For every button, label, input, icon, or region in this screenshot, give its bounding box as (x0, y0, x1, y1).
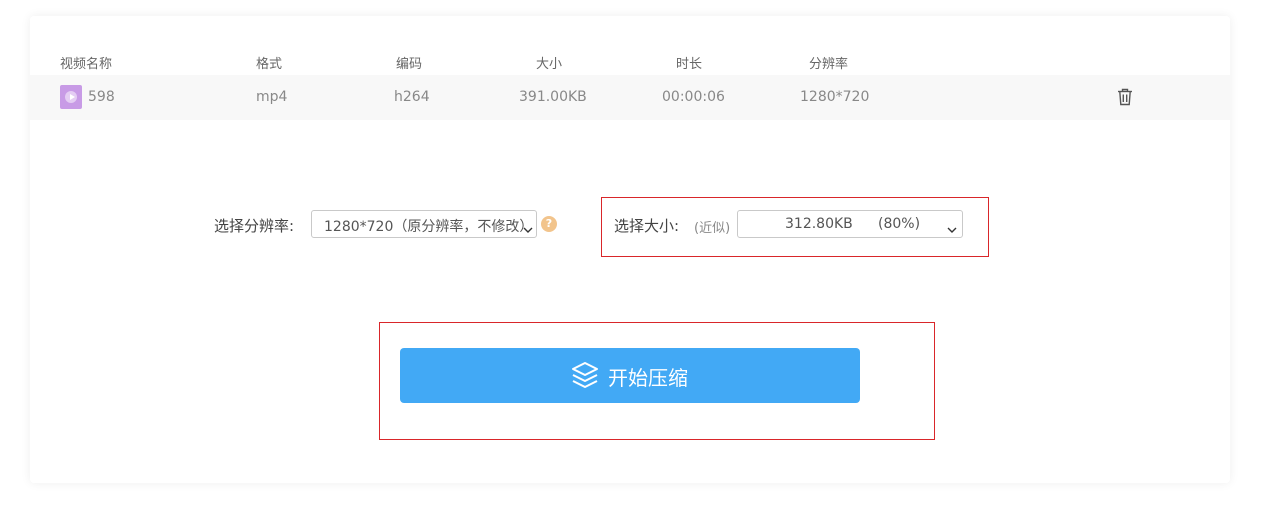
header-codec: 编码 (396, 57, 423, 72)
layers-icon (570, 360, 600, 394)
header-video-name: 视频名称 (60, 57, 113, 72)
header-size: 大小 (536, 57, 563, 72)
video-play-icon (60, 85, 82, 109)
size-percent: (80%) (878, 216, 921, 232)
start-compress-label: 开始压缩 (608, 366, 688, 390)
cell-format: mp4 (256, 89, 288, 105)
size-select[interactable]: 312.80KB (80%) (737, 210, 963, 238)
compress-panel: 视频名称 格式 编码 大小 时长 分辨率 598 mp4 h264 391.00… (30, 16, 1230, 483)
resolution-select[interactable]: 1280*720（原分辨率，不修改） (311, 210, 537, 238)
cell-codec: h264 (394, 89, 430, 105)
cell-video-name: 598 (88, 89, 115, 105)
cell-duration: 00:00:06 (662, 89, 725, 105)
resolution-value: 1280*720（原分辨率，不修改） (324, 219, 534, 235)
start-compress-button[interactable]: 开始压缩 (400, 348, 860, 403)
chevron-down-icon (523, 221, 533, 237)
resolution-label: 选择分辨率: (214, 217, 295, 235)
question-mark-icon[interactable]: ? (541, 216, 557, 232)
chevron-down-icon (947, 221, 957, 237)
header-format: 格式 (256, 57, 283, 72)
header-duration: 时长 (676, 57, 703, 72)
cell-resolution: 1280*720 (800, 89, 870, 105)
size-label: 选择大小: (614, 217, 680, 235)
size-value: 312.80KB (785, 216, 853, 232)
header-resolution: 分辨率 (809, 57, 849, 72)
cell-size: 391.00KB (519, 89, 587, 105)
table-row: 598 mp4 h264 391.00KB 00:00:06 1280*720 (30, 75, 1230, 120)
size-approx-hint: (近似) (694, 221, 731, 236)
trash-icon[interactable] (1117, 88, 1133, 110)
